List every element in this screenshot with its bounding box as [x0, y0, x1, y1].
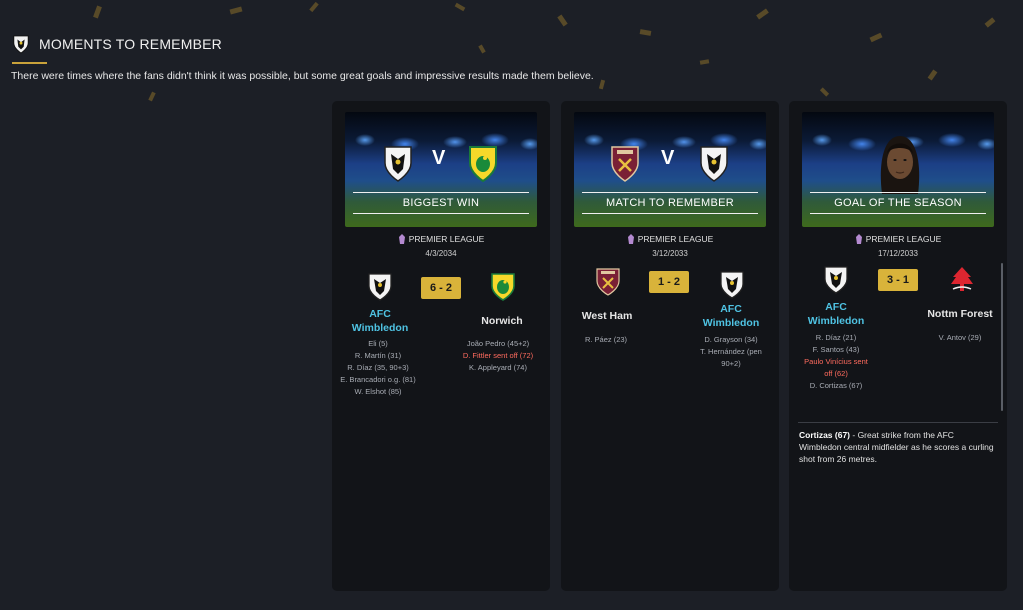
goal-description: Cortizas (67) - Great strike from the AF…: [799, 430, 994, 464]
match-date: 3/12/2033: [652, 249, 688, 258]
away-scorers: V. Antov (29): [938, 333, 982, 342]
score-badge: 1 - 2: [649, 271, 689, 293]
title-underline: [12, 62, 47, 64]
home-team-name[interactable]: AFC Wimbledon: [794, 300, 878, 328]
moment-card-biggest-win[interactable]: V BIGGEST WIN PREMIER LEAGUE 4/3/2034 6 …: [332, 101, 550, 591]
nottm-forest-crest-icon: [951, 267, 973, 291]
afc-wimbledon-crest-icon: [824, 266, 848, 294]
banner-label: GOAL OF THE SEASON: [834, 197, 962, 209]
home-team-name[interactable]: AFC Wimbledon: [337, 307, 423, 335]
away-scorers: D. Grayson (34) T. Hernández (pen 90+2): [700, 335, 762, 368]
moment-card-match-to-remember[interactable]: V MATCH TO REMEMBER PREMIER LEAGUE 3/12/…: [561, 101, 779, 591]
home-team-name[interactable]: West Ham: [567, 309, 647, 323]
versus-label: V: [661, 147, 675, 169]
norwich-crest-icon: [469, 146, 497, 183]
premier-league-icon: [398, 234, 405, 244]
score-badge: 6 - 2: [421, 277, 461, 299]
norwich-crest-icon: [491, 273, 515, 301]
afc-wimbledon-crest-icon: [384, 146, 412, 182]
away-team-name[interactable]: Nottm Forest: [920, 307, 1000, 321]
premier-league-icon: [627, 234, 634, 244]
moment-card-goal-of-the-season[interactable]: GOAL OF THE SEASON PREMIER LEAGUE 17/12/…: [789, 101, 1007, 591]
banner-label: MATCH TO REMEMBER: [606, 197, 734, 209]
away-team-name[interactable]: AFC Wimbledon: [686, 302, 776, 330]
card-banner: GOAL OF THE SEASON: [802, 112, 994, 227]
card-banner: V MATCH TO REMEMBER: [574, 112, 766, 227]
score-badge: 3 - 1: [878, 269, 918, 291]
match-date: 17/12/2033: [877, 249, 919, 258]
versus-label: V: [432, 147, 446, 169]
competition-label: PREMIER LEAGUE: [561, 234, 779, 244]
player-portrait-image: [880, 136, 920, 194]
away-scorers: João Pedro (45+2) D. Fittler sent off (7…: [462, 339, 534, 372]
afc-wimbledon-crest-icon: [13, 35, 29, 54]
banner-label: BIGGEST WIN: [402, 197, 480, 209]
afc-wimbledon-crest-icon: [720, 271, 744, 299]
card-banner: V BIGGEST WIN: [345, 112, 537, 227]
west-ham-crest-icon: [611, 146, 639, 182]
afc-wimbledon-crest-icon: [368, 273, 392, 301]
west-ham-crest-icon: [596, 268, 620, 296]
divider: [798, 422, 998, 423]
page-subtitle: There were times where the fans didn't t…: [11, 70, 594, 82]
home-scorers: R. Páez (23): [584, 335, 628, 344]
match-date: 4/3/2034: [425, 249, 457, 258]
page-title: MOMENTS TO REMEMBER: [39, 36, 222, 52]
home-scorers: Eli (5) R. Martín (31) R. Díaz (35, 90+3…: [340, 339, 416, 396]
afc-wimbledon-crest-icon: [700, 146, 728, 182]
competition-label: PREMIER LEAGUE: [789, 234, 1007, 244]
home-scorers: R. Díaz (21) F. Santos (43) Paulo Viníci…: [804, 333, 868, 390]
section-header: MOMENTS TO REMEMBER: [12, 34, 222, 54]
premier-league-icon: [855, 234, 862, 244]
competition-label: PREMIER LEAGUE: [332, 234, 550, 244]
scrollbar[interactable]: [1001, 263, 1003, 411]
away-team-name[interactable]: Norwich: [462, 314, 542, 328]
